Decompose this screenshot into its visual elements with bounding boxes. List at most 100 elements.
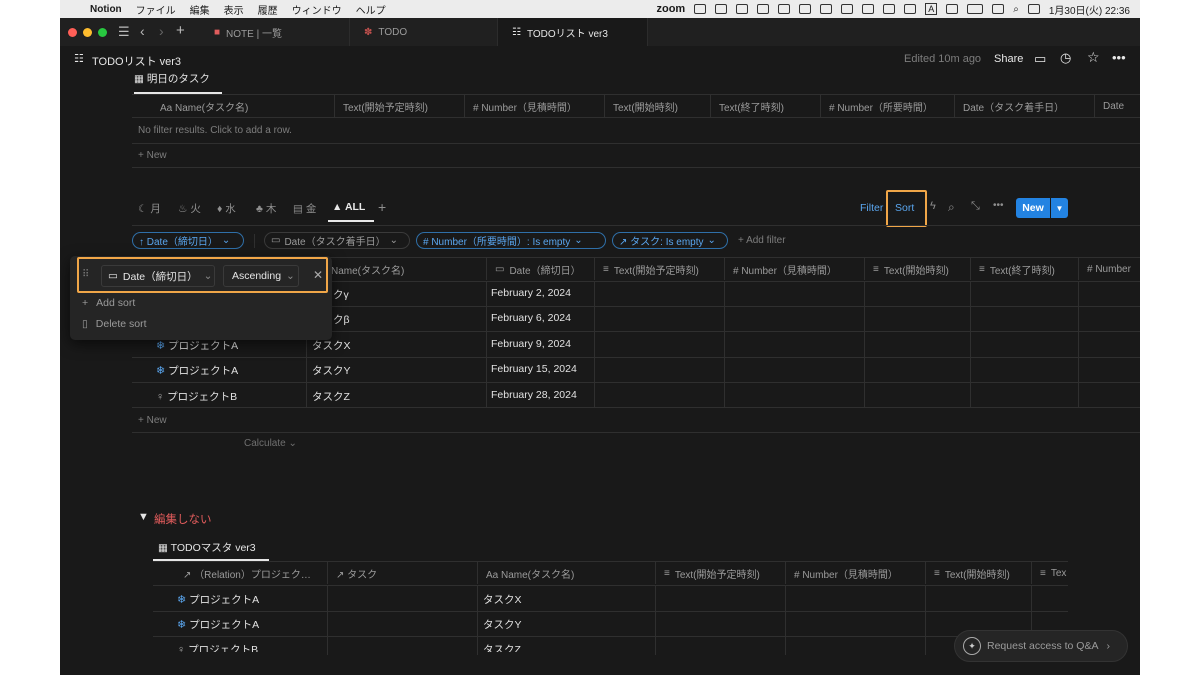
date-cell[interactable]: February 2, 2024 [491,287,571,299]
search-icon[interactable]: ⌕ [1013,4,1019,15]
db3-col-tex[interactable]: ≡ Tex [1031,562,1068,584]
db3-col-text-start-plan[interactable]: ≡ Text(開始予定時刻) [655,562,785,584]
db2-col-number[interactable]: # Number [1078,258,1140,280]
date-cell[interactable]: February 6, 2024 [491,312,571,324]
more-icon[interactable]: ••• [1112,50,1126,65]
tab-note[interactable]: ■ NOTE | 一覧 [200,18,350,46]
db1-col-date-start[interactable]: Date（タスク着手日） [954,95,1094,117]
sidebar-toggle-icon[interactable]: ☰ [118,24,130,40]
delete-sort-button[interactable]: ▯ Delete sort [82,318,147,330]
db3-title[interactable]: ▦ TODOマスタ ver3 [158,540,256,555]
filter-button[interactable]: Filter [860,202,883,214]
more-icon[interactable]: ••• [993,200,1004,211]
history-icon[interactable]: ◷ [1060,50,1071,66]
db1-title[interactable]: ▦ 明日のタスク [134,71,210,86]
db2-col-text-end[interactable]: ≡ Text(終了時刻) [970,258,1078,280]
close-window-button[interactable] [68,28,77,37]
db3-col-name[interactable]: Aa Name(タスク名) [477,562,655,584]
name-cell[interactable]: タスクY [483,617,522,632]
db1-new-row[interactable]: + New [138,150,167,161]
project-cell[interactable]: ❄ プロジェクトA [156,338,238,353]
db3-col-task[interactable]: ↗ タスク [327,562,477,584]
db1-col-text-start-plan[interactable]: Text(開始予定時刻) [334,95,464,117]
name-cell[interactable]: タスクX [483,592,522,607]
status-icon[interactable] [715,4,728,14]
view-tab-fri[interactable]: ▤ 金 [293,201,316,216]
tab-todo-list-ver3[interactable]: ☷ TODOリスト ver3 [498,18,648,46]
project-cell[interactable]: ❄ プロジェクトA [177,592,259,607]
status-icon[interactable] [883,4,896,14]
task-cell[interactable]: タスクY [312,363,351,378]
status-icon[interactable] [694,4,707,14]
minimize-window-button[interactable] [83,28,92,37]
status-icon[interactable] [841,4,854,14]
chevron-down-icon[interactable]: ▼ [1051,198,1068,218]
control-center-icon[interactable] [1027,4,1040,14]
date-cell[interactable]: February 28, 2024 [491,389,577,401]
db2-col-text-start[interactable]: ≡ Text(開始時刻) [864,258,970,280]
db2-col-text-start-plan[interactable]: ≡ Text(開始予定時刻) [594,258,724,280]
sort-chip-date[interactable]: ↑ Date（締切日） ⌄ [132,232,244,249]
qa-request-button[interactable]: ✦ Request access to Q&A › [954,630,1128,662]
view-tab-wed[interactable]: ♦ 水 [217,201,236,216]
menu-history[interactable]: 履歴 [258,2,278,17]
toggle-heading[interactable]: 編集しない [154,511,212,527]
share-button[interactable]: Share [994,53,1023,65]
add-view-icon[interactable]: + [378,199,386,215]
status-icon[interactable] [904,4,917,14]
db3-col-text-start[interactable]: ≡ Text(開始時刻) [925,562,1031,584]
db1-col-text-start[interactable]: Text(開始時刻) [604,95,710,117]
project-cell[interactable]: ♀ プロジェクトB [177,642,258,652]
battery-icon[interactable] [967,4,984,14]
menu-file[interactable]: ファイル [136,2,176,17]
db3-col-relation-project[interactable]: ↗ （Relation）プロジェク… [153,562,327,584]
view-tab-tue[interactable]: ♨ 火 [178,201,201,216]
view-tab-thu[interactable]: ♣ 木 [256,201,276,216]
menu-window[interactable]: ウィンドウ [292,2,342,17]
zoom-menu-icon[interactable]: zoom [656,3,685,15]
menu-view[interactable]: 表示 [224,2,244,17]
db1-col-text-end[interactable]: Text(終了時刻) [710,95,820,117]
add-sort-button[interactable]: + Add sort [82,297,135,309]
db1-col-number-duration[interactable]: # Number（所要時間） [820,95,954,117]
db2-col-date-deadline[interactable]: ▭ Date（締切日） [486,258,594,280]
input-mode-icon[interactable]: A [925,3,938,15]
search-icon[interactable]: ⌕ [948,200,955,215]
view-tab-mon[interactable]: ☾ 月 [138,201,161,216]
status-icon[interactable] [757,4,770,14]
forward-icon[interactable]: › [159,23,164,39]
status-icon[interactable] [862,4,875,14]
menu-help[interactable]: ヘルプ [356,2,386,17]
new-tab-icon[interactable]: + [176,22,185,39]
menu-app-name[interactable]: Notion [90,4,122,15]
db3-col-number-estimate[interactable]: # Number（見積時間） [785,562,925,584]
comment-icon[interactable]: ▭ [1034,51,1046,67]
wifi-icon[interactable] [992,4,1005,14]
project-cell[interactable]: ❄ プロジェクトA [177,617,259,632]
status-icon[interactable] [799,4,812,14]
status-icon[interactable] [736,4,749,14]
project-cell[interactable]: ❄ プロジェクトA [156,363,238,378]
menu-edit[interactable]: 編集 [190,2,210,17]
maximize-window-button[interactable] [98,28,107,37]
filter-chip-date-start[interactable]: ▭ Date（タスク着手日） ⌄ [264,232,410,249]
db2-col-number-estimate[interactable]: # Number（見積時間） [724,258,864,280]
filter-chip-number-duration[interactable]: # Number（所要時間）: Is empty ⌄ [416,232,606,249]
project-cell[interactable]: ♀ プロジェクトB [156,389,237,404]
db1-empty-message[interactable]: No filter results. Click to add a row. [138,125,292,136]
db1-col-name[interactable]: Aa Name(タスク名) [132,95,334,117]
task-cell[interactable]: タスクX [312,338,351,353]
view-tab-all[interactable]: ▲ ALL [332,201,365,213]
back-icon[interactable]: ‹ [140,23,145,39]
date-cell[interactable]: February 15, 2024 [491,363,577,375]
star-icon[interactable]: ☆ [1087,49,1100,66]
task-cell[interactable]: タスクZ [312,389,350,404]
db2-new-row[interactable]: + New [138,415,167,426]
date-cell[interactable]: February 9, 2024 [491,338,571,350]
bluetooth-icon[interactable] [946,4,959,14]
tab-todo[interactable]: ✽ TODO [350,18,498,46]
calculate-button[interactable]: Calculate ⌄ [244,438,297,449]
filter-chip-task[interactable]: ↗ タスク: Is empty ⌄ [612,232,728,249]
add-filter-button[interactable]: + Add filter [738,235,786,246]
automation-icon[interactable]: ϟ [930,200,936,212]
